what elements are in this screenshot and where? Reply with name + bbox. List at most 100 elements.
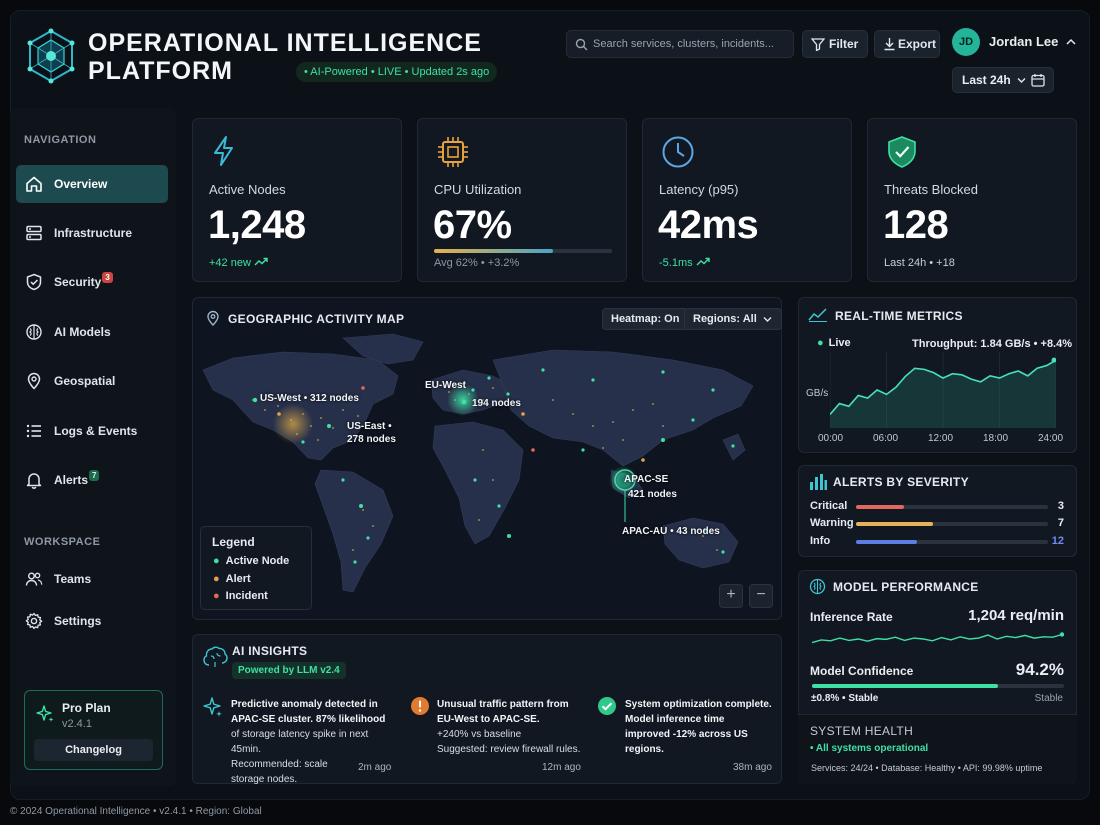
region-label-us-west[interactable]: US-West • 312 nodes <box>260 392 359 405</box>
severity-label-critical: Critical <box>810 500 848 512</box>
live-label: Live <box>828 337 851 349</box>
sidebar-item-infrastructure[interactable]: Infrastructure <box>16 214 168 252</box>
llm-badge: Powered by LLM v2.4 <box>232 662 346 679</box>
legend-item-incident: ● Incident <box>213 590 268 602</box>
kpi-card-latency: Latency (p95) 42ms -5.1ms <box>642 118 852 282</box>
export-button[interactable]: Export <box>874 30 940 58</box>
sidebar-item-label: Geospatial <box>54 374 116 388</box>
insight-text: +240% vs baseline <box>437 729 522 740</box>
search-input[interactable]: Search services, clusters, incidents... <box>566 30 794 58</box>
users-icon <box>25 572 43 586</box>
insight-text: regions. <box>625 744 664 755</box>
health-status: • All systems operational <box>810 743 929 754</box>
region-count: 278 nodes <box>347 434 396 445</box>
inference-end-point <box>1059 632 1064 637</box>
sidebar-item-security[interactable]: Security 3 <box>16 263 168 301</box>
status-badge: • AI-Powered • LIVE • Updated 2s ago <box>296 62 498 82</box>
kpi-card-threats: Threats Blocked 128 Last 24h • +18 <box>867 118 1077 282</box>
kpi-card-cpu: CPU Utilization 67% Avg 62% • +3.2% <box>417 118 627 282</box>
plan-card: Pro Plan v2.4.1 Changelog <box>24 690 163 770</box>
ai-brain-icon <box>203 646 228 667</box>
sidebar-item-label: AI Models <box>54 325 111 339</box>
filter-label: Filter <box>829 37 859 51</box>
kpi-label: Threats Blocked <box>884 182 978 197</box>
region-count: 194 nodes <box>472 398 521 409</box>
footer-text: © 2024 Operational Intelligence • v2.4.1… <box>10 806 262 817</box>
clock-icon <box>662 136 694 168</box>
sidebar-item-label: Settings <box>54 614 102 628</box>
map-title-text: GEOGRAPHIC ACTIVITY MAP <box>228 312 405 326</box>
brain-icon <box>809 578 826 595</box>
trend-up-icon <box>254 257 268 266</box>
region-name: EU-West <box>425 380 466 391</box>
kpi-sub: -5.1ms <box>659 257 710 269</box>
confidence-label: Model Confidence <box>810 664 914 678</box>
regions-select[interactable]: Regions: All <box>684 308 782 330</box>
insight-text: of storage latency spike in next 45min. <box>231 729 369 755</box>
plan-version: v2.4.1 <box>62 718 92 730</box>
plan-name: Pro Plan <box>62 701 111 715</box>
zoom-out-button[interactable]: − <box>749 584 773 608</box>
severity-fill <box>856 540 918 544</box>
ai-insights-title: AI INSIGHTS <box>232 644 308 658</box>
sparkle-icon <box>203 697 222 717</box>
sidebar-item-settings[interactable]: Settings <box>16 602 168 640</box>
chevron-up-icon <box>1066 38 1076 45</box>
model-title: MODEL PERFORMANCE <box>833 580 979 594</box>
health-details: Services: 24/24 • Database: Healthy • AP… <box>811 763 1043 773</box>
trend-up-icon <box>696 257 710 266</box>
region-label-apac-se[interactable]: APAC-SE 421 nodes <box>624 473 677 501</box>
severity-label-info: Info <box>810 535 831 547</box>
map-title: GEOGRAPHIC ACTIVITY MAP <box>206 310 404 326</box>
severity-count-warning: 7 <box>1057 517 1064 529</box>
insight-text: System optimization complete. <box>625 699 772 710</box>
sidebar-item-label: Teams <box>54 572 92 586</box>
line-chart-icon <box>808 308 827 322</box>
chip-icon <box>438 137 468 167</box>
kpi-sub: Last 24h • +18 <box>884 257 955 269</box>
sidebar-item-alerts[interactable]: Alerts 7 <box>16 461 168 499</box>
region-label-eu-west[interactable]: EU-West 194 nodes <box>425 379 521 410</box>
legend-title: Legend <box>212 535 255 549</box>
user-menu[interactable]: Jordan Lee <box>989 34 1076 49</box>
region-label-apac-au[interactable]: APAC-AU • 43 nodes <box>622 525 720 538</box>
sidebar-item-ai-models[interactable]: AI Models <box>16 313 168 351</box>
region-name: APAC-SE <box>624 474 669 485</box>
insight-text: Predictive anomaly detected in <box>231 699 378 710</box>
sidebar-item-geospatial[interactable]: Geospatial <box>16 362 168 400</box>
legend-item-label: Alert <box>225 573 251 585</box>
realtime-line-chart <box>830 352 1056 428</box>
y-axis-label: GB/s <box>806 388 829 399</box>
inference-line <box>812 633 1063 644</box>
inference-label: Inference Rate <box>810 610 893 624</box>
sidebar-item-teams[interactable]: Teams <box>16 560 168 598</box>
chevron-down-icon <box>1017 78 1026 83</box>
x-tick-label: 24:00 <box>1038 433 1064 444</box>
heatmap-toggle[interactable]: Heatmap: On <box>602 308 689 330</box>
avatar[interactable]: JD <box>952 28 980 56</box>
x-tick-label: 06:00 <box>873 433 899 444</box>
zoom-in-button[interactable]: + <box>719 584 743 608</box>
kpi-sub: Avg 62% • +3.2% <box>434 257 520 269</box>
filter-button[interactable]: Filter <box>802 30 868 58</box>
region-label-us-east[interactable]: US-East • 278 nodes <box>347 420 396 446</box>
kpi-card-active-nodes: Active Nodes 1,248 +42 new <box>192 118 402 282</box>
cpu-progress-fill <box>434 249 554 253</box>
sidebar-item-logs-events[interactable]: Logs & Events <box>16 412 168 450</box>
kpi-label: CPU Utilization <box>434 182 522 197</box>
insight-text: Unusual traffic pattern from <box>437 699 569 710</box>
stable-label: Stable <box>1034 693 1063 704</box>
stability-text: ±0.8% • Stable <box>811 693 879 704</box>
shield-icon <box>26 273 42 291</box>
kpi-value: 1,248 <box>208 203 306 247</box>
insight-text: APAC-SE cluster. 87% likelihood <box>231 714 386 725</box>
severity-label-warning: Warning <box>810 517 854 529</box>
time-range-select[interactable]: Last 24h <box>952 67 1054 93</box>
list-icon <box>26 424 41 438</box>
bell-icon <box>26 473 42 489</box>
region-count: 421 nodes <box>628 489 677 500</box>
changelog-button[interactable]: Changelog <box>34 739 153 761</box>
kpi-label: Latency (p95) <box>659 182 739 197</box>
map-legend: Legend ● Active Node ● Alert ● Incident <box>200 526 312 610</box>
sidebar-item-overview[interactable]: Overview <box>16 165 168 203</box>
